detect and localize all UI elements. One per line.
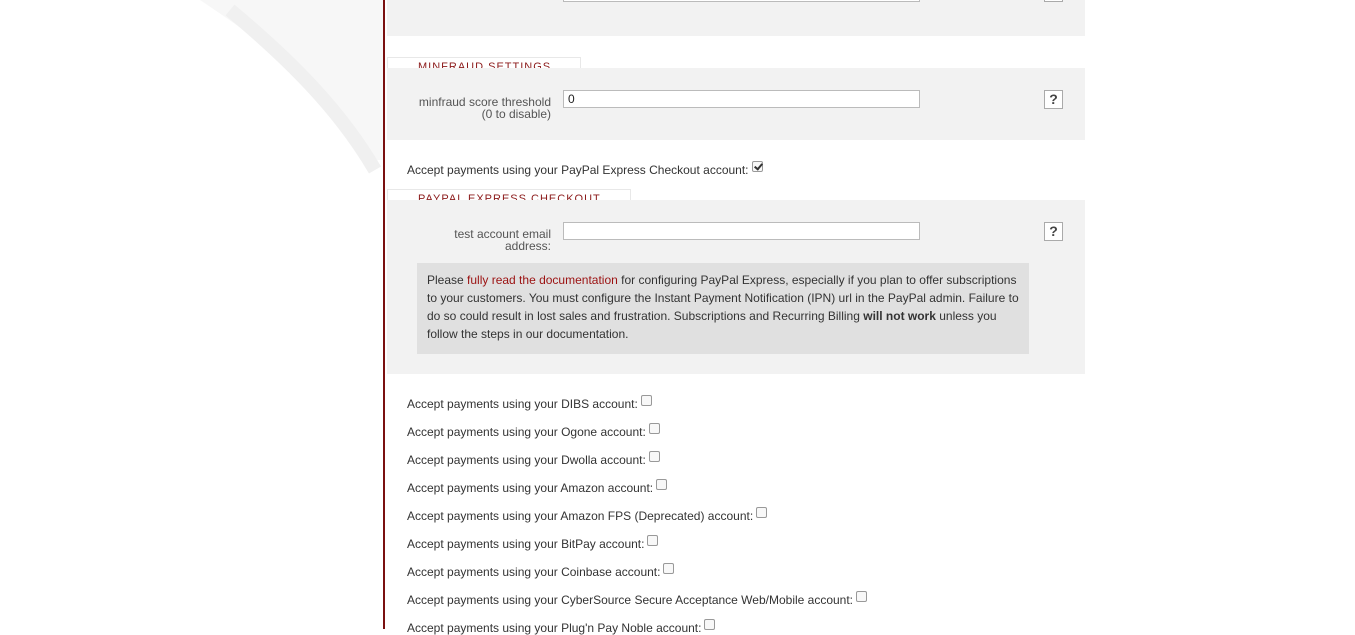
dibs-accept-row: Accept payments using your DIBS account: bbox=[407, 395, 652, 411]
amazon-fps-accept-label: Accept payments using your Amazon FPS (D… bbox=[407, 509, 754, 523]
coinbase-checkbox[interactable] bbox=[663, 563, 675, 574]
ogone-accept-label: Accept payments using your Ogone account… bbox=[407, 425, 646, 439]
amazon-fps-accept-row: Accept payments using your Amazon FPS (D… bbox=[407, 507, 768, 523]
dwolla-accept-row: Accept payments using your Dwolla accoun… bbox=[407, 451, 660, 467]
background-swoosh bbox=[200, 0, 383, 174]
amazon-accept-row: Accept payments using your Amazon accoun… bbox=[407, 479, 668, 495]
cybersource-accept-label: Accept payments using your CyberSource S… bbox=[407, 593, 854, 607]
dwolla-accept-label: Accept payments using your Dwolla accoun… bbox=[407, 453, 646, 467]
minfraud-threshold-input[interactable] bbox=[563, 90, 920, 108]
dibs-checkbox[interactable] bbox=[640, 395, 652, 406]
amazon-accept-label: Accept payments using your Amazon accoun… bbox=[407, 481, 654, 495]
ogone-accept-row: Accept payments using your Ogone account… bbox=[407, 423, 660, 439]
bitpay-accept-label: Accept payments using your BitPay accoun… bbox=[407, 537, 645, 551]
previous-help-button[interactable] bbox=[1044, 0, 1063, 2]
previous-input[interactable] bbox=[563, 0, 920, 2]
documentation-link[interactable]: fully read the documentation bbox=[467, 273, 618, 287]
amazon-checkbox[interactable] bbox=[656, 479, 668, 490]
plugnpay-accept-row: Accept payments using your Plug'n Pay No… bbox=[407, 619, 716, 635]
test-email-label: test account email address: bbox=[387, 228, 551, 252]
amazon-fps-checkbox[interactable] bbox=[756, 507, 768, 518]
plugnpay-checkbox[interactable] bbox=[704, 619, 716, 630]
notice-bold: will not work bbox=[863, 309, 936, 323]
coinbase-accept-row: Accept payments using your Coinbase acco… bbox=[407, 563, 675, 579]
ogone-checkbox[interactable] bbox=[648, 423, 660, 434]
paypal-express-notice: Please fully read the documentation for … bbox=[417, 263, 1029, 354]
cybersource-accept-row: Accept payments using your CyberSource S… bbox=[407, 591, 868, 607]
paypal-express-checkbox[interactable] bbox=[751, 161, 763, 172]
dibs-accept-label: Accept payments using your DIBS account: bbox=[407, 397, 638, 411]
notice-prefix: Please bbox=[427, 273, 468, 287]
minfraud-threshold-label: minfraud score threshold (0 to disable) bbox=[387, 96, 551, 120]
bitpay-accept-row: Accept payments using your BitPay accoun… bbox=[407, 535, 659, 551]
test-email-label-line2: address: bbox=[504, 239, 551, 253]
bitpay-checkbox[interactable] bbox=[647, 535, 659, 546]
coinbase-accept-label: Accept payments using your Coinbase acco… bbox=[407, 565, 661, 579]
test-email-input[interactable] bbox=[563, 222, 920, 240]
settings-content: MINFRAUD SETTINGS minfraud score thresho… bbox=[383, 0, 1085, 635]
minfraud-help-button[interactable]: ? bbox=[1044, 90, 1063, 109]
minfraud-threshold-label-line2: (0 to disable) bbox=[481, 107, 551, 121]
paypal-express-accept-label: Accept payments using your PayPal Expres… bbox=[407, 163, 749, 177]
cybersource-checkbox[interactable] bbox=[856, 591, 868, 602]
paypal-express-help-button[interactable]: ? bbox=[1044, 222, 1063, 241]
paypal-express-accept-row: Accept payments using your PayPal Expres… bbox=[407, 161, 763, 177]
previous-settings-panel bbox=[387, 0, 1085, 36]
dwolla-checkbox[interactable] bbox=[648, 451, 660, 462]
plugnpay-accept-label: Accept payments using your Plug'n Pay No… bbox=[407, 621, 702, 635]
minfraud-panel: minfraud score threshold (0 to disable) … bbox=[387, 68, 1085, 140]
